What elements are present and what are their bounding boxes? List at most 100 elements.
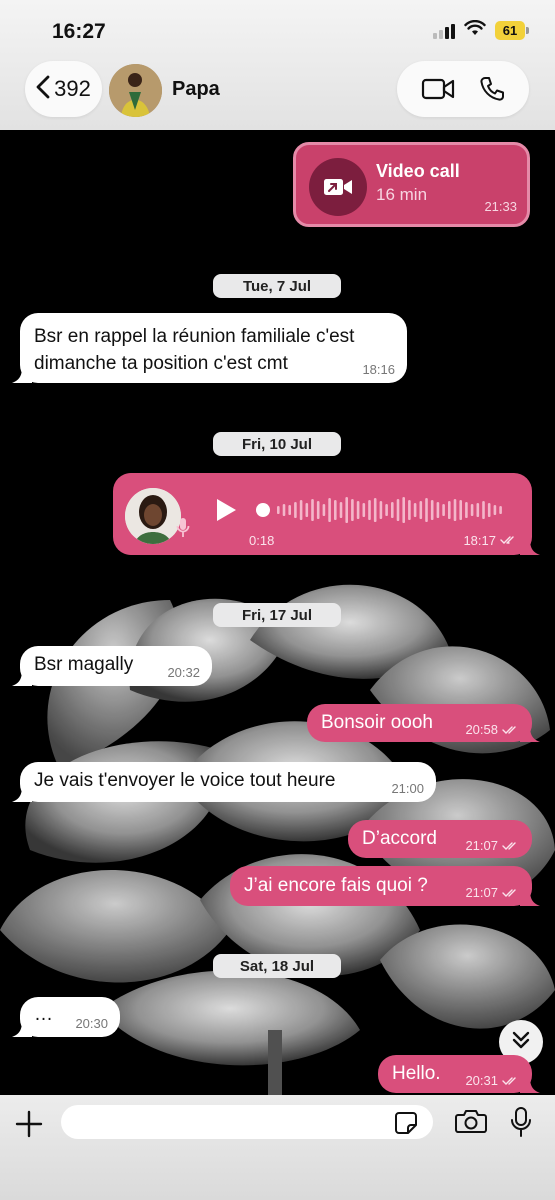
video-call-message[interactable]: Video call 16 min 21:33	[293, 142, 530, 227]
waveform-bar	[396, 499, 400, 521]
waveform-bar	[476, 503, 480, 517]
contact-avatar[interactable]	[109, 64, 162, 117]
waveform-bar	[470, 504, 474, 516]
video-camera-icon[interactable]	[421, 77, 455, 101]
battery-icon: 61	[495, 21, 529, 40]
waveform-bar	[419, 501, 423, 519]
waveform-bar	[379, 501, 383, 519]
message-text: Bsr en rappel la réunion familiale c'est	[34, 326, 355, 347]
call-actions	[397, 61, 529, 117]
status-time: 16:27	[52, 20, 106, 43]
wifi-icon	[464, 19, 486, 41]
outgoing-message[interactable]: Bonsoir oooh 20:58	[307, 704, 540, 742]
waveform-bar	[373, 498, 377, 522]
phone-icon[interactable]	[478, 75, 506, 103]
waveform-bar	[408, 500, 411, 520]
waveform-bar	[288, 505, 291, 515]
date-separator: Sat, 18 Jul	[213, 954, 341, 978]
waveform-bar	[339, 502, 343, 518]
outgoing-message[interactable]: Hello. 20:31	[378, 1055, 540, 1093]
waveform-bar	[465, 502, 468, 518]
waveform-bar	[277, 506, 280, 514]
waveform-bar	[299, 500, 303, 520]
waveform-bar	[345, 497, 348, 523]
camera-icon[interactable]	[455, 1108, 487, 1139]
waveform-bar	[442, 504, 445, 516]
message-text: dimanche ta position c'est cmt	[34, 353, 288, 374]
waveform-bar	[305, 503, 309, 517]
microphone-icon[interactable]	[510, 1106, 532, 1143]
video-call-title: Video call	[376, 161, 460, 181]
message-time: 20:31	[465, 1073, 498, 1088]
back-button[interactable]: 392	[25, 61, 102, 117]
waveform-bar	[391, 502, 394, 518]
message-composer	[0, 1095, 555, 1200]
double-chevron-down-icon	[510, 1029, 532, 1056]
incoming-message[interactable]: Bsr en rappel la réunion familiale c'est…	[12, 313, 407, 383]
plus-icon[interactable]	[14, 1109, 44, 1144]
message-time: 21:07	[465, 885, 498, 900]
outgoing-message[interactable]: J’ai encore fais quoi ? 21:07	[230, 866, 540, 906]
cellular-signal-icon	[433, 23, 455, 39]
message-text: Hello.	[392, 1063, 441, 1084]
waveform-bar	[282, 504, 286, 516]
waveform-bar	[499, 506, 502, 514]
waveform-bar	[448, 501, 451, 519]
message-time: 20:30	[75, 1016, 108, 1031]
waveform-bar	[368, 500, 371, 520]
message-time: 20:58	[465, 722, 498, 737]
sender-avatar	[125, 488, 181, 544]
voice-duration: 0:18	[249, 533, 275, 548]
waveform-bar	[322, 504, 326, 516]
message-time: 21:00	[391, 781, 424, 796]
waveform[interactable]	[255, 493, 505, 527]
read-ticks-icon	[502, 1077, 516, 1085]
status-icons: 61	[433, 19, 529, 41]
play-icon[interactable]	[214, 497, 238, 528]
waveform-bar	[385, 504, 388, 516]
waveform-bar	[316, 501, 320, 519]
incoming-message[interactable]: … 20:30	[12, 997, 120, 1037]
waveform-bar	[328, 498, 331, 522]
waveform-bar	[453, 499, 457, 521]
waveform-bar	[294, 502, 297, 518]
video-call-icon	[309, 158, 367, 216]
waveform-bar	[356, 501, 360, 519]
waveform-bar	[482, 501, 485, 519]
chevron-left-icon	[36, 75, 50, 104]
date-separator: Tue, 7 Jul	[213, 274, 341, 298]
voice-message[interactable]: 0:18 18:17	[113, 473, 540, 555]
waveform-bar	[430, 500, 434, 520]
unread-count: 392	[54, 76, 91, 101]
waveform-bar	[425, 498, 428, 522]
sticker-icon[interactable]	[394, 1111, 418, 1140]
waveform-bar	[493, 505, 497, 515]
message-time: 21:33	[484, 199, 517, 214]
date-separator: Fri, 10 Jul	[213, 432, 341, 456]
playback-scrubber	[256, 503, 270, 517]
message-time: 21:07	[465, 838, 498, 853]
chat-header: 16:27 61 392 Papa	[0, 0, 555, 130]
message-text: Je vais t'envoyer le voice tout heure	[34, 770, 336, 791]
contact-name[interactable]: Papa	[172, 78, 220, 101]
battery-level: 61	[495, 21, 525, 40]
read-ticks-icon	[502, 726, 516, 734]
waveform-bar	[459, 500, 462, 520]
waveform-bar	[436, 502, 440, 518]
message-text: …	[34, 1004, 53, 1025]
message-text: D’accord	[362, 828, 437, 849]
incoming-message[interactable]: Bsr magally 20:32	[12, 646, 212, 686]
waveform-bar	[334, 500, 337, 520]
waveform-bar	[362, 503, 366, 517]
waveform-bar	[413, 503, 417, 517]
microphone-icon	[176, 517, 190, 544]
video-call-duration: 16 min	[376, 185, 428, 204]
message-input[interactable]	[61, 1105, 433, 1139]
waveform-bar	[311, 499, 314, 521]
message-text: J’ai encore fais quoi ?	[244, 875, 428, 896]
message-time: 20:32	[167, 665, 200, 680]
message-text: Bonsoir oooh	[321, 712, 433, 733]
message-text: Bsr magally	[34, 654, 134, 675]
incoming-message[interactable]: Je vais t'envoyer le voice tout heure 21…	[12, 762, 436, 802]
outgoing-message[interactable]: D’accord 21:07	[348, 820, 532, 858]
